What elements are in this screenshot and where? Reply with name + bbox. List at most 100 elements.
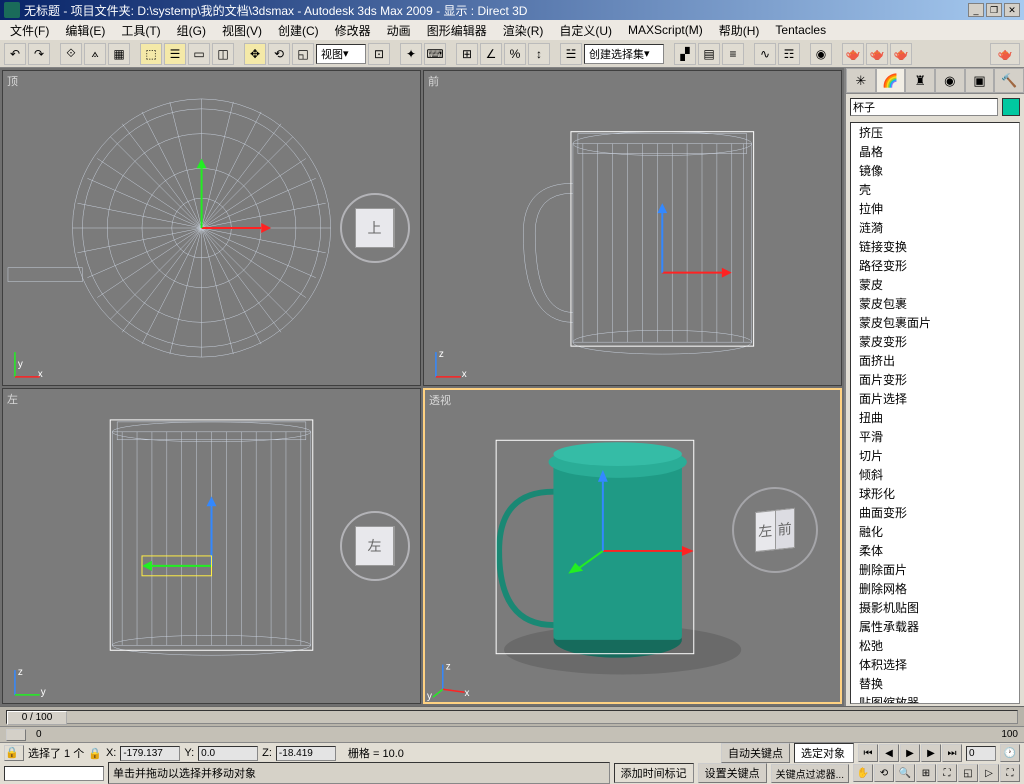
spinner-snap-icon[interactable]: ↕ [528, 43, 550, 65]
minimize-button[interactable]: _ [968, 3, 984, 17]
modifier-item[interactable]: 蒙皮包裹 [851, 294, 1019, 313]
modifier-item[interactable]: 镜像 [851, 161, 1019, 180]
scale-icon[interactable]: ◱ [292, 43, 314, 65]
modify-tab-icon[interactable]: 🌈 [876, 68, 906, 93]
modifier-item[interactable]: 删除网格 [851, 579, 1019, 598]
modifier-item[interactable]: 面片变形 [851, 370, 1019, 389]
menu-grapheditor[interactable]: 图形编辑器 [421, 20, 493, 41]
viewcube-persp[interactable]: 左 前 [740, 495, 810, 565]
modifier-item[interactable]: 拉伸 [851, 199, 1019, 218]
autokey-button[interactable]: 自动关键点 [721, 743, 790, 763]
restore-button[interactable]: ❐ [986, 3, 1002, 17]
menu-file[interactable]: 文件(F) [4, 20, 55, 41]
fov-icon[interactable]: ▷ [979, 764, 999, 782]
modifier-item[interactable]: 体积选择 [851, 655, 1019, 674]
modifier-item[interactable]: 倾斜 [851, 465, 1019, 484]
modifier-item[interactable]: 融化 [851, 522, 1019, 541]
modifier-item[interactable]: 曲面变形 [851, 503, 1019, 522]
add-time-tag[interactable]: 添加时间标记 [614, 763, 694, 783]
modifier-item[interactable]: 蒙皮包裹面片 [851, 313, 1019, 332]
modifier-item[interactable]: 蒙皮变形 [851, 332, 1019, 351]
time-slider[interactable]: 0 / 100 [7, 711, 67, 725]
render-production-icon[interactable]: 🫖 [990, 43, 1020, 65]
viewcube-left[interactable]: 左 [340, 511, 410, 581]
curve-editor-icon[interactable]: ∿ [754, 43, 776, 65]
viewport-front[interactable]: 前 [423, 70, 842, 386]
select-link-icon[interactable]: ⟐ [60, 43, 82, 65]
mirror-icon[interactable]: ▞ [674, 43, 696, 65]
motion-tab-icon[interactable]: ◉ [935, 68, 965, 93]
modifier-item[interactable]: 壳 [851, 180, 1019, 199]
zoom-extents-all-icon[interactable]: ◱ [958, 764, 978, 782]
redo-icon[interactable]: ↷ [28, 43, 50, 65]
pivot-center-icon[interactable]: ⊡ [368, 43, 390, 65]
named-sel-dropdown[interactable]: 创建选择集 ▾ [584, 44, 664, 64]
object-color-swatch[interactable] [1002, 98, 1020, 116]
window-crossing-icon[interactable]: ◫ [212, 43, 234, 65]
keymode-dropdown[interactable]: 选定对象 [794, 743, 854, 763]
viewport-left[interactable]: 左 [2, 388, 421, 704]
modifier-item[interactable]: 摄影机贴图 [851, 598, 1019, 617]
keyfilter-button[interactable]: 关键点过滤器... [771, 764, 849, 783]
modifier-item[interactable]: 平滑 [851, 427, 1019, 446]
menu-maxscript[interactable]: MAXScript(M) [622, 21, 709, 39]
modifier-item[interactable]: 涟漪 [851, 218, 1019, 237]
modifier-item[interactable]: 挤压 [851, 123, 1019, 142]
modifier-item[interactable]: 切片 [851, 446, 1019, 465]
modifier-item[interactable]: 属性承载器 [851, 617, 1019, 636]
hierarchy-tab-icon[interactable]: ♜ [905, 68, 935, 93]
material-editor-icon[interactable]: ◉ [810, 43, 832, 65]
display-tab-icon[interactable]: ▣ [965, 68, 995, 93]
maximize-viewport-icon[interactable]: ⛶ [1000, 764, 1020, 782]
zoom-extents-icon[interactable]: ⛶ [937, 764, 957, 782]
modifier-list[interactable]: 挤压晶格镜像壳拉伸涟漪链接变换路径变形蒙皮蒙皮包裹蒙皮包裹面片蒙皮变形面挤出面片… [850, 122, 1020, 704]
modifier-item[interactable]: 扭曲 [851, 408, 1019, 427]
modifier-item[interactable]: 链接变换 [851, 237, 1019, 256]
rotate-icon[interactable]: ⟲ [268, 43, 290, 65]
current-frame-input[interactable] [966, 746, 996, 761]
pan-view-icon[interactable]: ✋ [853, 764, 873, 782]
undo-icon[interactable]: ↶ [4, 43, 26, 65]
menu-help[interactable]: 帮助(H) [713, 20, 766, 41]
viewport-perspective[interactable]: 透视 z x y 左 [423, 388, 842, 704]
time-config-icon[interactable]: 🕐 [1000, 744, 1020, 762]
ref-coord-dropdown[interactable]: 视图 ▾ [316, 44, 366, 64]
y-coord-input[interactable] [198, 746, 258, 761]
manipulate-icon[interactable]: ✦ [400, 43, 422, 65]
setkey-button[interactable]: 设置关键点 [698, 763, 767, 783]
utilities-tab-icon[interactable]: 🔨 [994, 68, 1024, 93]
select-name-icon[interactable]: ☰ [164, 43, 186, 65]
menu-edit[interactable]: 编辑(E) [59, 20, 111, 41]
bind-space-icon[interactable]: ▦ [108, 43, 130, 65]
z-coord-input[interactable] [276, 746, 336, 761]
modifier-item[interactable]: 删除面片 [851, 560, 1019, 579]
modifier-item[interactable]: 替换 [851, 674, 1019, 693]
menu-customize[interactable]: 自定义(U) [553, 20, 618, 41]
modifier-item[interactable]: 球形化 [851, 484, 1019, 503]
modifier-item[interactable]: 路径变形 [851, 256, 1019, 275]
snap-toggle-icon[interactable]: ⊞ [456, 43, 478, 65]
quick-render-icon[interactable]: 🫖 [890, 43, 912, 65]
unlink-icon[interactable]: ⟑ [84, 43, 106, 65]
menu-tentacles[interactable]: Tentacles [769, 21, 832, 39]
modifier-item[interactable]: 晶格 [851, 142, 1019, 161]
menu-animation[interactable]: 动画 [381, 20, 417, 41]
zoom-all-icon[interactable]: ⊞ [916, 764, 936, 782]
keyboard-shortcut-icon[interactable]: ⌨ [424, 43, 446, 65]
layers-icon[interactable]: ≡ [722, 43, 744, 65]
modifier-item[interactable]: 贴图缩放器 [851, 693, 1019, 704]
time-slider-bar[interactable]: 0 / 100 [0, 706, 1024, 726]
play-icon[interactable]: ▶ [900, 744, 920, 762]
toggle-trackbar-icon[interactable] [6, 729, 26, 741]
x-coord-input[interactable] [120, 746, 180, 761]
render-setup-icon[interactable]: 🫖 [842, 43, 864, 65]
menu-render[interactable]: 渲染(R) [497, 20, 550, 41]
named-sel-icon[interactable]: ☱ [560, 43, 582, 65]
prev-frame-icon[interactable]: ◀ [879, 744, 899, 762]
move-icon[interactable]: ✥ [244, 43, 266, 65]
goto-end-icon[interactable]: ⏭ [942, 744, 962, 762]
lock-selection-icon[interactable]: 🔒 [4, 745, 24, 761]
percent-snap-icon[interactable]: % [504, 43, 526, 65]
schematic-icon[interactable]: ☶ [778, 43, 800, 65]
angle-snap-icon[interactable]: ∠ [480, 43, 502, 65]
